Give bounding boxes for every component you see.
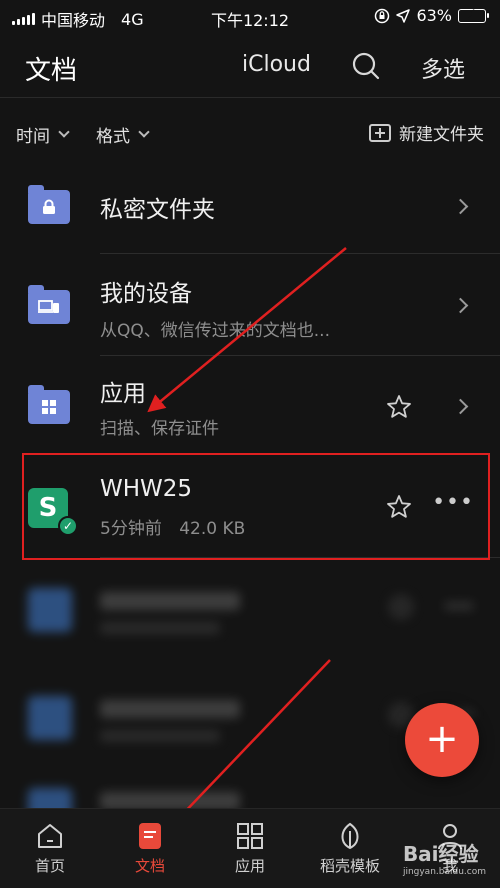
chevron-right-icon <box>452 198 469 215</box>
format-filter-label: 格式 <box>96 127 130 147</box>
devices-folder-icon <box>28 285 70 324</box>
watermark: Bai经验 jingyan.baidu.com <box>403 838 486 877</box>
blurred-list-item[interactable] <box>0 560 500 670</box>
tab-apps-label: 应用 <box>234 857 265 875</box>
location-icon <box>396 8 411 23</box>
search-icon[interactable] <box>350 50 382 82</box>
apps-folder-icon <box>28 385 70 424</box>
apps-grid-icon <box>237 823 263 849</box>
document-icon <box>139 823 161 849</box>
time-sort-dropdown[interactable]: 时间 <box>16 122 70 147</box>
tab-documents-label: 文档 <box>134 857 165 875</box>
grid-icon <box>42 400 56 414</box>
filter-bar: 时间 格式 新建文件夹 <box>0 112 500 152</box>
apps-folder-title: 应用 <box>100 381 146 407</box>
new-folder-label: 新建文件夹 <box>399 125 484 145</box>
leaf-icon <box>341 822 359 850</box>
time-sort-label: 时间 <box>16 127 50 147</box>
tab-home-label: 首页 <box>34 857 65 875</box>
new-folder-icon <box>369 123 391 142</box>
annotation-highlight-box <box>22 453 490 560</box>
watermark-url: jingyan.baidu.com <box>402 867 486 877</box>
my-devices-title: 我的设备 <box>100 281 192 307</box>
tab-templates-label: 稻壳模板 <box>319 857 380 875</box>
apps-folder-subtitle: 扫描、保存证件 <box>100 419 219 439</box>
multiselect-button[interactable]: 多选 <box>421 52 465 84</box>
title-bar: 文档 iCloud 多选 <box>0 34 500 98</box>
chevron-right-icon <box>452 398 469 415</box>
list-item-apps-folder[interactable]: 应用 扫描、保存证件 <box>0 356 500 456</box>
list-item-private-folder[interactable]: 私密文件夹 <box>0 158 500 254</box>
charging-bolt-icon: ⚡ <box>467 6 477 22</box>
star-icon[interactable] <box>386 394 412 420</box>
locked-folder-icon <box>28 185 70 224</box>
lock-icon <box>43 199 55 214</box>
battery-icon: ⚡ <box>458 6 489 23</box>
watermark-text: Bai经验 <box>402 842 479 866</box>
status-bar: 中国移动 4G 下午12:12 63% ⚡ <box>0 0 500 34</box>
home-icon <box>38 824 62 848</box>
new-folder-button[interactable]: 新建文件夹 <box>369 120 484 145</box>
page-title: 文档 <box>25 56 78 86</box>
chevron-right-icon <box>452 297 469 314</box>
rotation-lock-icon <box>375 8 390 23</box>
chevron-down-icon <box>138 126 150 138</box>
devices-icon <box>38 300 59 313</box>
battery-percent: 63% <box>416 6 452 25</box>
status-right: 63% ⚡ <box>374 6 489 25</box>
tab-templates[interactable]: 稻壳模板 <box>300 815 400 885</box>
format-filter-dropdown[interactable]: 格式 <box>96 122 150 147</box>
my-devices-subtitle: 从QQ、微信传过来的文档也... <box>100 321 330 341</box>
private-folder-title: 私密文件夹 <box>100 197 215 223</box>
tab-documents[interactable]: 文档 <box>100 815 200 885</box>
tab-home[interactable]: 首页 <box>0 815 100 885</box>
list-item-my-devices[interactable]: 我的设备 从QQ、微信传过来的文档也... <box>0 254 500 356</box>
icloud-button[interactable]: iCloud <box>242 52 311 77</box>
tab-apps[interactable]: 应用 <box>200 815 300 885</box>
add-fab-button[interactable]: + <box>405 703 479 777</box>
chevron-down-icon <box>58 126 70 138</box>
